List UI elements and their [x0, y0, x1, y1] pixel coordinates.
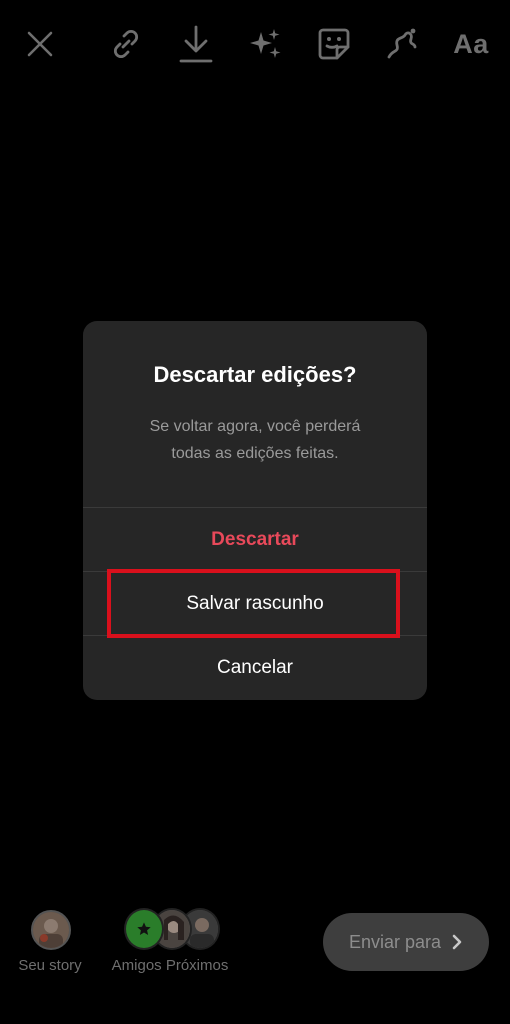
- sticker-icon: [318, 28, 350, 60]
- cancel-button[interactable]: Cancelar: [83, 636, 427, 700]
- draw-icon: [387, 28, 417, 59]
- dialog-message-line: todas as edições feitas.: [171, 445, 339, 462]
- effects-sparkle-icon: [250, 29, 281, 58]
- draw-button[interactable]: [380, 18, 424, 70]
- dialog-title: Descartar edições?: [153, 362, 357, 387]
- close-friends-label: Amigos Próximos: [111, 957, 229, 974]
- avatar: [124, 908, 164, 950]
- text-icon: Aa: [453, 28, 489, 59]
- effects-button[interactable]: [244, 18, 288, 70]
- highlight-box: [107, 569, 400, 638]
- top-toolbar: Aa: [0, 18, 510, 70]
- send-to-button[interactable]: Enviar para: [323, 913, 489, 971]
- sticker-button[interactable]: [312, 18, 356, 70]
- avatar: [31, 910, 71, 950]
- send-to-label: Enviar para: [348, 931, 442, 952]
- link-icon: [113, 29, 139, 59]
- dialog-message-line: Se voltar agora, você perderá: [149, 418, 361, 435]
- close-icon: [27, 31, 53, 57]
- download-icon: [179, 25, 213, 63]
- your-story-label: Seu story: [18, 957, 82, 974]
- link-button[interactable]: [104, 18, 148, 70]
- download-button[interactable]: [174, 18, 218, 70]
- dialog-message: Se voltar agora, você perderá todas as e…: [0, 413, 510, 467]
- chevron-right-icon: [452, 934, 462, 950]
- close-button[interactable]: [20, 18, 60, 70]
- star-icon: [137, 922, 151, 935]
- text-button[interactable]: Aa: [446, 18, 496, 70]
- discard-button[interactable]: Descartar: [83, 508, 427, 572]
